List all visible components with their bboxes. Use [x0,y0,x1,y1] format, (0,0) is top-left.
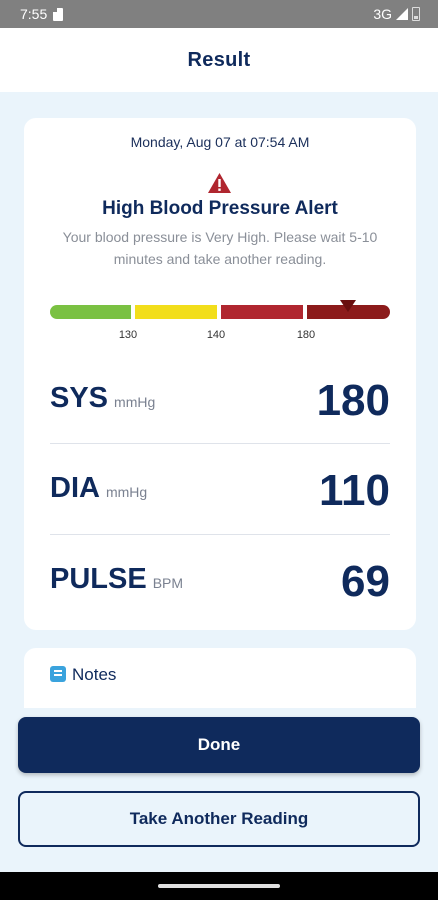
battery-icon [412,7,420,21]
alert-message: Your blood pressure is Very High. Please… [62,229,378,267]
reading-row-sys: SYS mmHg 180 [50,358,390,448]
header: Result [0,28,438,92]
notes-icon [50,666,66,682]
reading-label: PULSE BPM [50,563,183,596]
reading-row-dia: DIA mmHg 110 [50,448,390,538]
reading-name: DIA [50,472,100,504]
reading-name: PULSE [50,563,147,595]
network-type: 3G [373,6,392,22]
reading-unit: mmHg [105,484,148,500]
home-indicator[interactable] [158,884,280,888]
reading-unit: BPM [152,575,184,591]
scale-segment-high [221,305,303,319]
scale-segment-normal [50,305,131,319]
scale-marker-icon [340,300,356,312]
divider [50,534,390,535]
scale-tick: 130 [118,329,138,341]
reading-label: SYS mmHg [50,382,155,415]
status-time: 7:55 [20,6,48,22]
notes-label: Notes [72,665,117,684]
status-left: 7:55 [20,6,64,22]
reading-date: Monday, Aug 07 at 07:54 AM [130,134,310,150]
reading-value: 110 [319,466,390,515]
notes-card[interactable]: Notes [24,648,416,708]
scale-tick: 140 [206,329,226,341]
reading-value: 180 [316,376,390,425]
signal-icon [396,8,408,20]
reading-row-pulse: PULSE BPM 69 [50,539,390,629]
take-another-reading-button[interactable]: Take Another Reading [18,791,420,847]
status-right: 3G [373,6,420,22]
sd-card-icon [53,7,64,21]
page-title: Result [187,48,251,71]
reading-value: 69 [341,557,390,606]
result-card: Monday, Aug 07 at 07:54 AM High Blood Pr… [24,118,416,630]
done-button[interactable]: Done [18,717,420,773]
alert-title: High Blood Pressure Alert [102,198,338,219]
reading-name: SYS [50,382,109,414]
bp-scale-bar [50,305,390,319]
reading-label: DIA mmHg [50,472,147,505]
system-nav-bar [0,872,438,900]
divider [50,443,390,444]
reading-unit: mmHg [114,394,156,410]
scale-segment-elevated [135,305,217,319]
scale-tick: 180 [296,329,316,341]
status-bar: 7:55 3G [0,0,438,28]
warning-icon [208,173,231,193]
